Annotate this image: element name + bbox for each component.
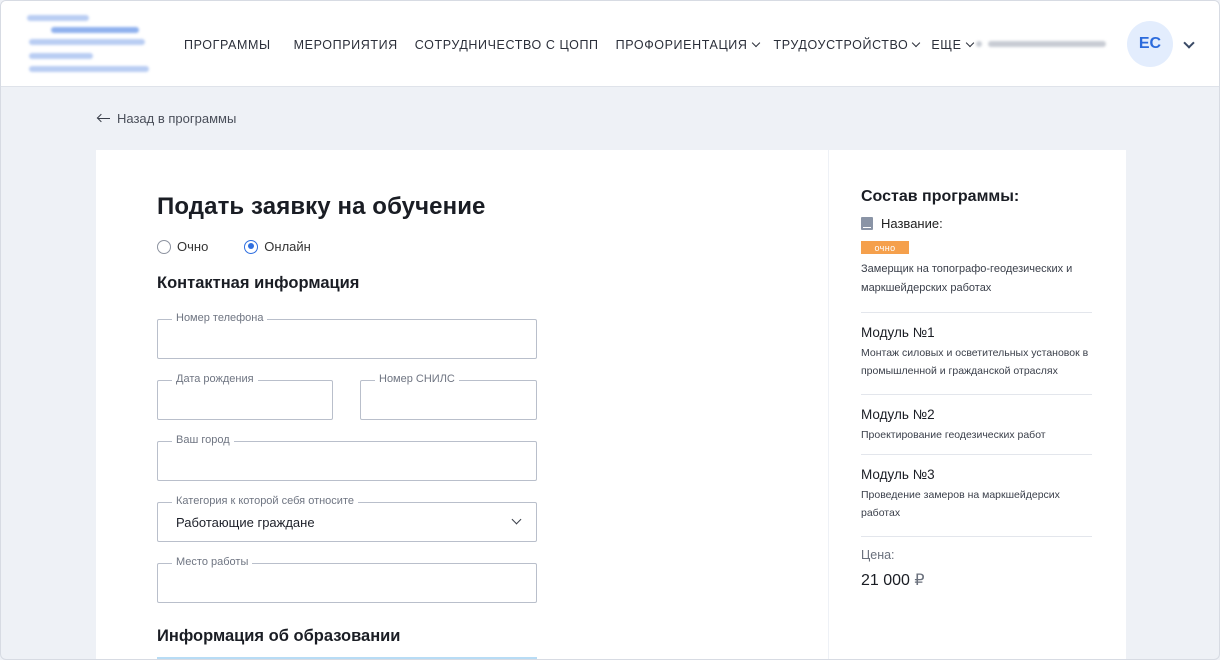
module-1-description: Монтаж силовых и осветительных установок… [861, 347, 1089, 377]
avatar[interactable]: ЕС [1127, 21, 1173, 67]
chevron-down-icon [912, 38, 921, 48]
book-icon [861, 217, 873, 230]
divider [861, 536, 1092, 537]
module-2-description: Проектирование геодезических работ [861, 429, 1046, 441]
module-3-title: Модуль №3 [861, 467, 935, 482]
app-frame: ПРОГРАММЫ МЕРОПРИЯТИЯ СОТРУДНИЧЕСТВО С Ц… [0, 0, 1220, 660]
education-section-title: Информация об образовании [157, 627, 401, 645]
program-summary-title: Состав программы: [861, 188, 1020, 205]
site-header: ПРОГРАММЫ МЕРОПРИЯТИЯ СОТРУДНИЧЕСТВО С Ц… [1, 1, 1219, 87]
chevron-down-icon[interactable] [1183, 37, 1195, 49]
page-title: Подать заявку на обучение [157, 193, 486, 220]
workplace-field-label: Место работы [172, 556, 253, 568]
radio-offline[interactable] [157, 239, 171, 254]
study-format-radio-group: Очно Онлайн [157, 239, 347, 254]
chevron-down-icon [965, 38, 974, 48]
price-value: 21 000 ₽ [861, 572, 925, 589]
nav-item-more[interactable]: ЕЩЕ [931, 38, 974, 52]
module-2-title: Модуль №2 [861, 407, 935, 422]
module-1-title: Модуль №1 [861, 325, 935, 340]
module-3-description: Проведение замеров на маркшейдерсих рабо… [861, 489, 1060, 519]
arrow-left-icon [97, 114, 110, 124]
contact-section-title: Контактная информация [157, 274, 360, 292]
snils-field[interactable]: Номер СНИЛС [360, 373, 537, 420]
category-select[interactable]: Категория к которой себя относите Работа… [157, 495, 537, 542]
format-badge: очно [861, 241, 909, 254]
chevron-down-icon [511, 514, 522, 525]
nav-item-career-guidance[interactable]: ПРОФОРИЕНТАЦИЯ [616, 38, 760, 52]
nav-item-events[interactable]: МЕРОПРИЯТИЯ [294, 38, 398, 52]
program-description: Замерщик на топографо-геодезических и ма… [861, 263, 1073, 294]
divider [861, 394, 1092, 395]
nav-item-programs[interactable]: ПРОГРАММЫ [184, 38, 271, 52]
divider [861, 312, 1092, 313]
back-to-programs-link[interactable]: Назад в программы [97, 111, 236, 126]
phone-field[interactable]: Номер телефона [157, 312, 537, 359]
radio-offline-label[interactable]: Очно [177, 239, 208, 254]
radio-online-label[interactable]: Онлайн [264, 239, 311, 254]
city-field[interactable]: Ваш город [157, 434, 537, 481]
chevron-down-icon [751, 38, 760, 48]
program-name-row: Название: [861, 216, 943, 231]
workplace-field[interactable]: Место работы [157, 556, 537, 603]
birth-date-field[interactable]: Дата рождения [157, 373, 333, 420]
main-nav: ПРОГРАММЫ МЕРОПРИЯТИЯ СОТРУДНИЧЕСТВО С Ц… [184, 37, 974, 53]
nav-item-employment[interactable]: ТРУДОУСТРОЙСТВО [774, 38, 921, 52]
category-select-value: Работающие граждане [176, 515, 315, 530]
divider [861, 454, 1092, 455]
phone-number-blurred[interactable] [976, 38, 1106, 50]
price-label: Цена: [861, 548, 895, 562]
site-logo[interactable] [27, 13, 151, 75]
program-name-label: Название: [881, 216, 943, 231]
application-form-card: Подать заявку на обучение Очно Онлайн Ко… [96, 150, 828, 659]
program-summary-panel: Состав программы: Название: очно Замерщи… [829, 150, 1126, 659]
radio-online[interactable] [244, 239, 259, 254]
phone-field-label: Номер телефона [172, 312, 268, 324]
category-select-label: Категория к которой себя относите [172, 495, 358, 507]
birth-date-field-label: Дата рождения [172, 373, 258, 385]
snils-field-label: Номер СНИЛС [375, 373, 459, 385]
currency: ₽ [914, 572, 925, 589]
city-field-label: Ваш город [172, 434, 234, 446]
nav-item-cooperation[interactable]: СОТРУДНИЧЕСТВО С ЦОПП [415, 38, 599, 52]
